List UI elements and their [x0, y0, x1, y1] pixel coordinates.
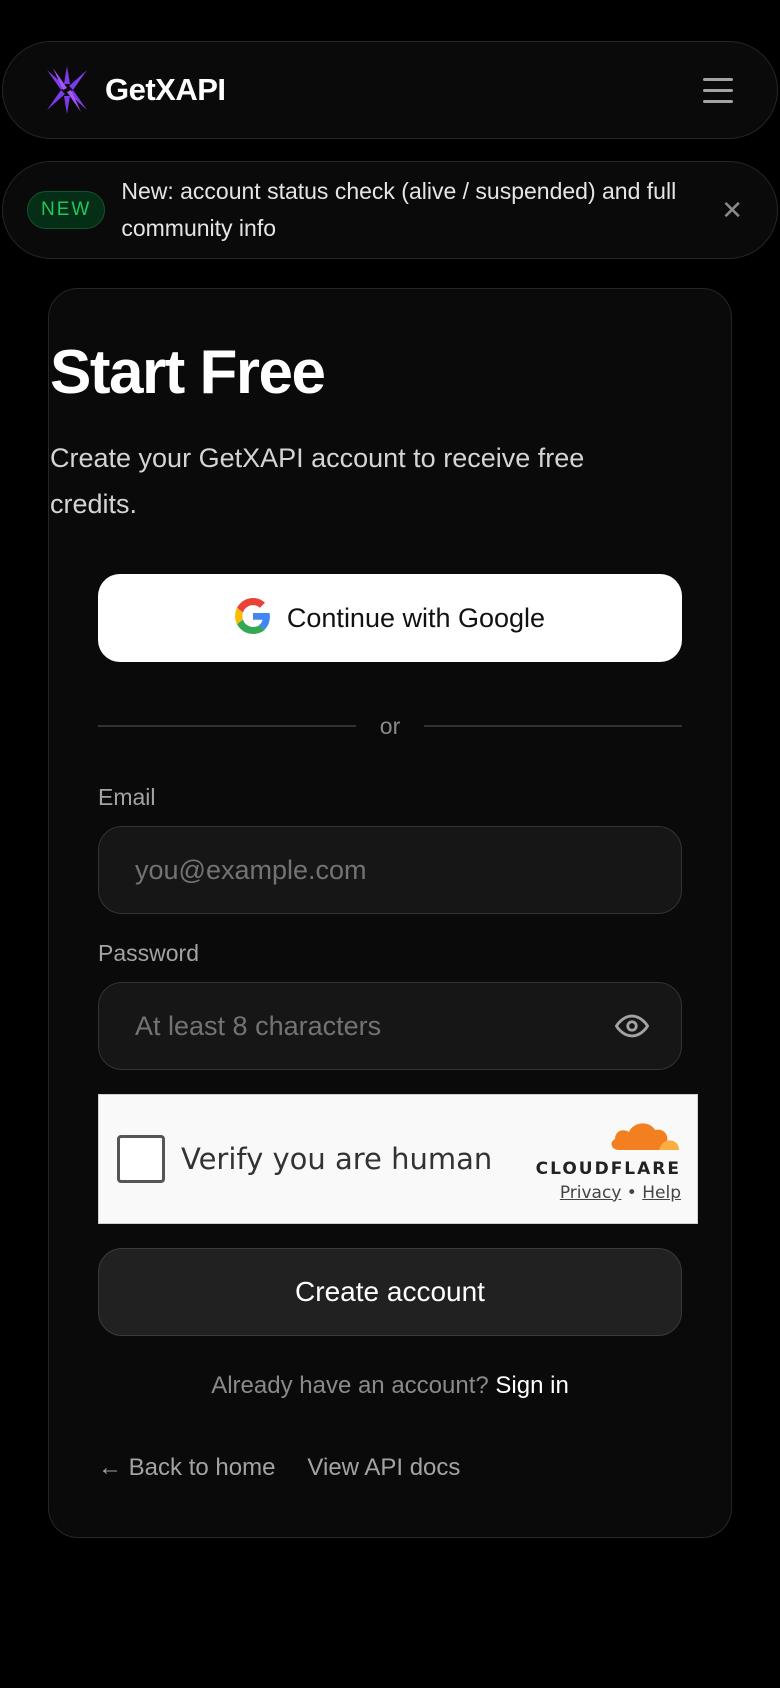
email-field-container — [98, 826, 682, 914]
divider-line-left — [98, 725, 356, 727]
signin-prompt-text: Already have an account? — [211, 1372, 489, 1399]
google-button-label: Continue with Google — [286, 602, 546, 633]
cloudflare-wordmark: CLOUDFLARE — [535, 1158, 681, 1179]
star-burst-logo-icon — [43, 66, 91, 114]
email-field[interactable] — [133, 853, 649, 887]
email-label: Email — [98, 784, 156, 810]
captcha-link-separator: • — [626, 1182, 637, 1203]
sign-in-link[interactable]: Sign in — [495, 1372, 568, 1399]
brand[interactable]: GetXAPI — [43, 66, 226, 114]
create-account-button[interactable]: Create account — [98, 1248, 682, 1336]
signin-prompt: Already have an account? Sign in — [98, 1372, 682, 1400]
captcha-help-link[interactable]: Help — [642, 1183, 681, 1203]
cloudflare-branding: CLOUDFLARE Privacy • Help — [536, 1116, 681, 1203]
divider-line-right — [424, 725, 683, 727]
card-footer-links: ← Back to home View API docs — [98, 1454, 460, 1482]
captcha-links: Privacy • Help — [560, 1183, 681, 1203]
top-navbar: GetXAPI — [2, 41, 778, 139]
continue-with-google-button[interactable]: Continue with Google — [98, 574, 682, 662]
page-subtitle: Create your GetXAPI account to receive f… — [50, 443, 585, 519]
cloudflare-cloud-icon — [607, 1116, 681, 1157]
or-divider: or — [98, 710, 683, 742]
announcement-text: New: account status check (alive / suspe… — [121, 178, 677, 241]
announcement-banner: NEW New: account status check (alive / s… — [2, 161, 778, 259]
close-icon[interactable]: ✕ — [721, 195, 743, 226]
captcha-widget: Verify you are human CLOUDFLARE Privacy … — [98, 1094, 698, 1224]
back-to-home-link[interactable]: ← Back to home — [98, 1454, 275, 1482]
google-icon — [234, 597, 271, 639]
password-field[interactable] — [133, 1009, 615, 1043]
view-api-docs-link[interactable]: View API docs — [307, 1454, 460, 1482]
new-badge: NEW — [27, 191, 106, 229]
show-password-eye-icon[interactable] — [615, 1009, 649, 1043]
brand-name: GetXAPI — [105, 72, 226, 107]
captcha-privacy-link[interactable]: Privacy — [560, 1183, 622, 1203]
divider-text: or — [379, 712, 401, 739]
password-label: Password — [98, 940, 199, 966]
hamburger-menu-icon[interactable] — [703, 77, 733, 103]
password-field-container — [98, 982, 682, 1070]
captcha-checkbox[interactable] — [117, 1135, 165, 1183]
captcha-label: Verify you are human — [181, 1142, 493, 1176]
page-title: Start Free — [50, 338, 326, 407]
